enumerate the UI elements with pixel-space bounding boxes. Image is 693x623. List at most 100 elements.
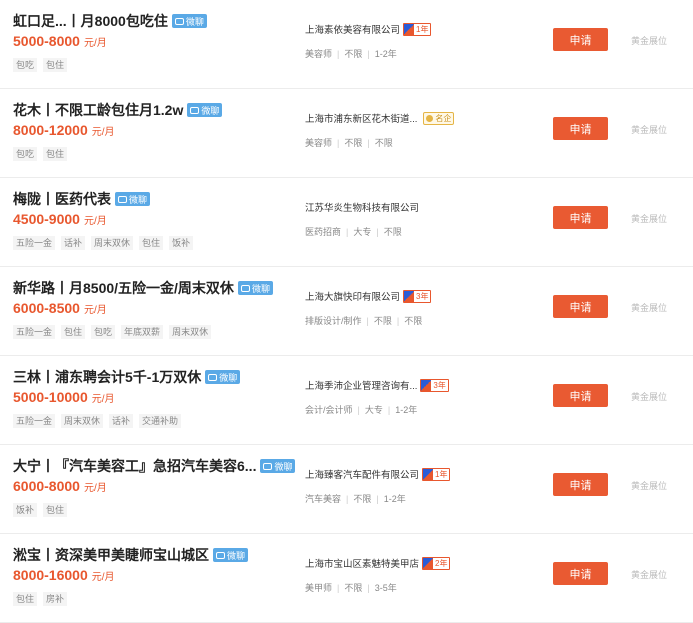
job-listing[interactable]: 淞宝丨资深美甲美睫师宝山城区 微聊 8000-16000 元/月 包住 房补 上海市…	[0, 534, 693, 623]
benefit-tag: 五险一金	[13, 236, 56, 250]
membership-years: 2年	[435, 558, 448, 568]
job-title[interactable]: 三林丨浦东聘会计5千-1万双休	[13, 367, 201, 387]
benefit-tag: 包住	[43, 503, 68, 517]
company-row: 上海季沛企业管理咨询有... 3年	[305, 378, 449, 392]
job-meta: 美甲师 | 不限 | 3-5年	[305, 581, 397, 594]
company-name[interactable]: 上海市浦东新区花木街道...	[305, 111, 417, 125]
apply-button[interactable]: 申请	[553, 206, 608, 229]
salary: 6000-8000	[13, 478, 80, 494]
chat-badge[interactable]: 微聊	[260, 459, 296, 473]
benefit-tags: 包吃 包住	[13, 147, 73, 161]
membership-flag-icon	[423, 557, 434, 569]
apply-button[interactable]: 申请	[553, 473, 608, 496]
company-name[interactable]: 江苏华炎生物科技有限公司	[305, 200, 419, 214]
apply-button[interactable]: 申请	[553, 117, 608, 140]
company-row: 上海大旗快印有限公司 3年	[305, 289, 432, 303]
job-category: 排版设计/制作	[305, 316, 362, 326]
gold-slot-label: 黄金展位	[631, 570, 668, 580]
company-name[interactable]: 上海市宝山区素魅特美甲店	[305, 556, 419, 570]
title-row: 淞宝丨资深美甲美睫师宝山城区 微聊	[13, 545, 249, 565]
apply-button[interactable]: 申请	[553, 295, 608, 318]
salary-unit: 元/月	[91, 394, 115, 405]
experience-requirement: 1-2年	[383, 494, 406, 504]
company-name[interactable]: 上海臻客汽车配件有限公司	[305, 467, 419, 481]
job-title[interactable]: 梅陇丨医药代表	[13, 189, 111, 209]
meta-divider: |	[346, 494, 349, 504]
chat-bubble-icon	[174, 17, 184, 25]
chat-badge[interactable]: 微聊	[237, 281, 273, 295]
chat-label: 微聊	[129, 194, 148, 205]
job-title[interactable]: 虹口足...丨月8000包吃住	[13, 11, 168, 31]
benefit-tag: 房补	[43, 592, 68, 606]
job-listing[interactable]: 三林丨浦东聘会计5千-1万双休 微聊 5000-10000 元/月 五险一金 周末双…	[0, 356, 693, 445]
apply-button[interactable]: 申请	[553, 28, 608, 51]
job-category: 美容师	[305, 49, 333, 59]
education-requirement: 不限	[344, 583, 363, 593]
benefit-tag: 包吃	[13, 58, 38, 72]
chat-bubble-icon	[190, 106, 200, 114]
membership-years-badge: 3年	[403, 289, 432, 303]
benefit-tag: 饭补	[169, 236, 194, 250]
job-meta: 排版设计/制作 | 不限 | 不限	[305, 314, 422, 327]
apply-button[interactable]: 申请	[553, 384, 608, 407]
apply-button[interactable]: 申请	[553, 562, 608, 585]
famous-company-badge: 名企	[423, 111, 455, 125]
chat-badge[interactable]: 微聊	[115, 192, 151, 206]
membership-flag-icon	[423, 468, 434, 480]
benefit-tags: 五险一金 包住 包吃 年底双薪 周末双休	[13, 325, 217, 339]
experience-requirement: 不限	[404, 316, 423, 326]
chat-bubble-icon	[263, 462, 273, 470]
job-listing[interactable]: 花木丨不限工龄包住月1.2w 微聊 8000-12000 元/月 包吃 包住 上海市…	[0, 89, 693, 178]
benefit-tag: 周末双休	[169, 325, 212, 339]
job-listing[interactable]: 梅陇丨医药代表 微聊 4500-9000 元/月 五险一金 话补 周末双休 包住 饭补 江…	[0, 178, 693, 267]
membership-years: 3年	[416, 291, 429, 301]
membership-years-badge: 1年	[422, 467, 451, 481]
meta-divider: |	[346, 227, 349, 237]
company-row: 上海素依美容有限公司 1年	[305, 22, 432, 36]
job-meta: 美容师 | 不限 | 不限	[305, 136, 393, 149]
chat-badge[interactable]: 微聊	[187, 103, 223, 117]
experience-requirement: 1-2年	[374, 49, 397, 59]
gold-slot-label: 黄金展位	[631, 36, 668, 46]
job-title[interactable]: 花木丨不限工龄包住月1.2w	[13, 100, 183, 120]
meta-divider: |	[367, 138, 370, 148]
job-category: 美甲师	[305, 583, 333, 593]
chat-bubble-icon	[208, 373, 218, 381]
salary: 4500-9000	[13, 211, 80, 227]
benefit-tag: 包住	[61, 325, 86, 339]
job-listing[interactable]: 大宁丨『汽车美容工』急招汽车美容6... 微聊 6000-8000 元/月 饭补包…	[0, 445, 693, 534]
chat-badge[interactable]: 微聊	[213, 548, 249, 562]
salary-unit: 元/月	[83, 216, 107, 227]
salary-unit: 元/月	[83, 483, 107, 494]
salary-row: 6000-8500 元/月	[13, 300, 107, 318]
meta-divider: |	[367, 583, 370, 593]
job-category: 美容师	[305, 138, 333, 148]
chat-label: 微聊	[185, 16, 204, 27]
company-row: 上海市宝山区素魅特美甲店 2年	[305, 556, 451, 570]
chat-badge[interactable]: 微聊	[171, 14, 207, 28]
meta-divider: |	[396, 316, 400, 326]
job-category: 医药招商	[305, 227, 342, 237]
membership-flag-icon	[404, 290, 415, 302]
job-listing[interactable]: 新华路丨月8500/五险一金/周末双休 微聊 6000-8500 元/月 五险一金…	[0, 267, 693, 356]
benefit-tags: 五险一金 话补 周末双休 包住 饭补	[13, 236, 199, 250]
job-title[interactable]: 淞宝丨资深美甲美睫师宝山城区	[13, 545, 209, 565]
job-title[interactable]: 大宁丨『汽车美容工』急招汽车美容6...	[13, 456, 256, 476]
company-name[interactable]: 上海大旗快印有限公司	[305, 289, 400, 303]
title-row: 虹口足...丨月8000包吃住 微聊	[13, 11, 207, 31]
benefit-tag: 包吃	[91, 325, 116, 339]
chat-badge[interactable]: 微聊	[205, 370, 241, 384]
membership-flag-icon	[421, 379, 432, 391]
company-name[interactable]: 上海素依美容有限公司	[305, 22, 400, 36]
salary-row: 6000-8000 元/月	[13, 478, 107, 496]
job-listing[interactable]: 虹口足...丨月8000包吃住 微聊 5000-8000 元/月 包吃 包住 上海素…	[0, 0, 693, 89]
job-title[interactable]: 新华路丨月8500/五险一金/周末双休	[13, 278, 234, 298]
salary: 5000-8000	[13, 33, 80, 49]
title-row: 大宁丨『汽车美容工』急招汽车美容6... 微聊	[13, 456, 296, 476]
benefit-tags: 包住 房补	[13, 592, 73, 606]
benefit-tag: 包吃	[13, 147, 38, 161]
membership-years-badge: 2年	[422, 556, 451, 570]
membership-flag-icon	[404, 23, 415, 35]
benefit-tag: 交通补助	[139, 414, 182, 428]
company-name[interactable]: 上海季沛企业管理咨询有...	[305, 378, 417, 392]
